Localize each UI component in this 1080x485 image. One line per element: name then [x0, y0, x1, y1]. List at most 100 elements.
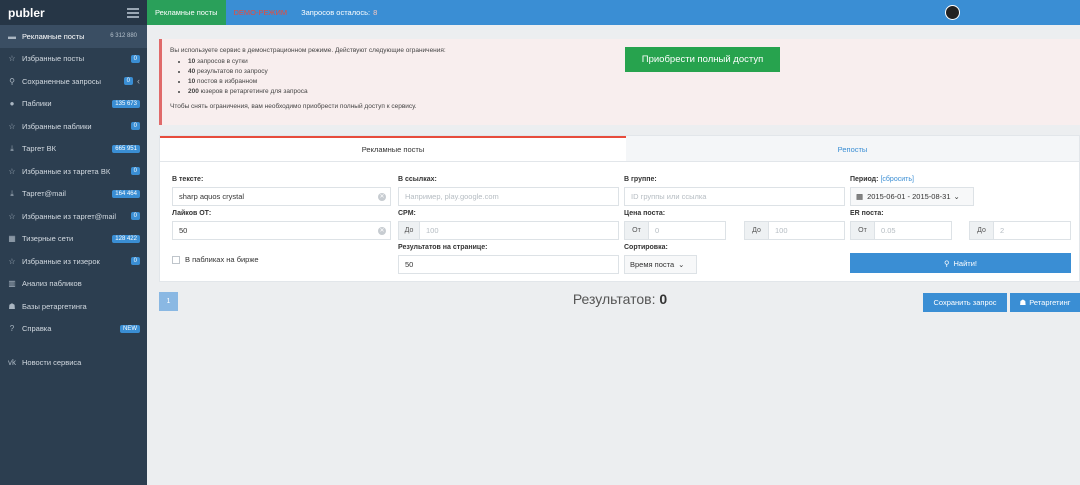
per-page-input[interactable]: 50	[398, 255, 619, 274]
sidebar-item-3[interactable]: ● Паблики 135 673	[0, 93, 147, 116]
limit-text: запросов в сутки	[197, 58, 248, 65]
count-badge: NEW	[120, 324, 140, 333]
er-to-input[interactable]: 2	[993, 221, 1071, 240]
sidebar-item-13[interactable]: ? Справка NEW	[0, 318, 147, 341]
count-badge: 164 464	[112, 189, 140, 198]
count-badge: 0	[130, 54, 140, 63]
likes-label: Лайков ОТ:	[172, 210, 212, 217]
sidebar-item-10[interactable]: ☆ Избранные из тизерок 0	[0, 250, 147, 273]
sidebar-item-2[interactable]: ⚲ Сохраненные запросы 0 ‹	[0, 70, 147, 93]
sidebar-item-label: Тизерные сети	[22, 234, 74, 244]
per-page-value: 50	[405, 260, 414, 269]
clear-icon[interactable]: ✕	[378, 193, 386, 201]
sidebar-item-6[interactable]: ☆ Избранные из таргета ВК 0	[0, 160, 147, 183]
period-reset-link[interactable]: [сбросить]	[880, 176, 913, 183]
period-value: 2015-06-01 - 2015-08-31	[867, 192, 951, 201]
tab-ad-posts[interactable]: Рекламные посты	[147, 0, 226, 25]
sidebar-item-label: Таргет ВК	[22, 144, 56, 154]
count-badge: 135 673	[112, 99, 140, 108]
sort-select[interactable]: Время поста ⌄	[624, 255, 697, 274]
text-input[interactable]: sharp aquos crystal ✕	[172, 187, 391, 206]
sidebar-item-14[interactable]: vk Новости сервиса	[0, 351, 147, 374]
hamburger-icon[interactable]	[127, 7, 139, 18]
er-from-input[interactable]: 0.05	[874, 221, 952, 240]
cpm-to-input[interactable]: 100	[419, 221, 619, 240]
nav-icon: vk	[8, 357, 16, 367]
alert-outro: Чтобы снять ограничения, вам необходимо …	[170, 103, 417, 110]
save-query-button[interactable]: Сохранить запрос	[923, 293, 1007, 312]
er-from-placeholder: 0.05	[881, 226, 896, 235]
nav-icon: ▥	[8, 279, 16, 289]
price-to-input[interactable]: 100	[768, 221, 845, 240]
price-label: Цена поста:	[624, 210, 666, 217]
sidebar-item-4[interactable]: ☆ Избранные паблики 0	[0, 115, 147, 138]
period-picker[interactable]: ▦ 2015-06-01 - 2015-08-31 ⌄	[850, 187, 974, 206]
retargeting-label: Ретаргетинг	[1029, 298, 1071, 307]
sidebar-item-label: Избранные из тизерок	[22, 256, 100, 266]
group-input[interactable]: ID группы или ссылка	[624, 187, 845, 206]
er-to-placeholder: 2	[1000, 226, 1005, 235]
clear-icon[interactable]: ✕	[378, 227, 386, 235]
sidebar-item-label: Избранные из таргет@mail	[22, 211, 117, 221]
buy-full-access-button[interactable]: Приобрести полный доступ	[625, 47, 780, 72]
limit-item: 200 юзеров в ретаргетинге для запроса	[188, 87, 1072, 97]
demo-alert: Вы используете сервис в демонстрационном…	[159, 39, 1080, 125]
sidebar-item-label: Избранные посты	[22, 54, 85, 64]
nav-icon: ▬	[8, 31, 16, 41]
sidebar-item-0[interactable]: ▬ Рекламные посты 6 312 880	[0, 25, 147, 48]
per-page-label: Результатов на странице:	[398, 244, 488, 251]
nav-icon: ●	[9, 99, 15, 109]
find-button[interactable]: ⚲ Найти!	[850, 253, 1071, 273]
sidebar-item-12[interactable]: ☗ Базы ретаргетинга	[0, 295, 147, 318]
cpm-to-addon: До	[398, 221, 420, 240]
sidebar-item-9[interactable]: ▦ Тизерные сети 128 422	[0, 228, 147, 251]
sidebar-item-11[interactable]: ▥ Анализ пабликов	[0, 273, 147, 296]
links-input[interactable]: Например, play.google.com	[398, 187, 619, 206]
count-badge: 665 951	[112, 144, 140, 153]
paid-publics-checkbox[interactable]: В пабликах на бирже	[172, 255, 259, 264]
sidebar-item-label: Избранные паблики	[22, 121, 92, 131]
results-number: 0	[659, 291, 668, 307]
group-label: В группе:	[624, 176, 657, 183]
nav-icon: ☆	[8, 166, 16, 176]
brand-logo: publer	[8, 5, 45, 20]
sidebar-item-label: Справка	[22, 324, 52, 334]
search-panel: Рекламные посты Репосты В тексте: sharp …	[159, 135, 1080, 282]
limit-number: 10	[188, 78, 196, 85]
period-label-text: Период:	[850, 176, 879, 183]
tab-ads[interactable]: Рекламные посты	[160, 136, 626, 161]
retargeting-button[interactable]: ☗ Ретаргетинг	[1010, 293, 1080, 312]
count-badge: 0	[123, 77, 133, 86]
er-label: ER поста:	[850, 210, 884, 217]
nav-icon: ⤓	[10, 188, 14, 198]
sidebar-item-label: Избранные из таргета ВК	[22, 166, 111, 176]
checkbox-box[interactable]	[172, 255, 180, 264]
chevron-left-icon[interactable]: ‹	[137, 76, 140, 86]
price-from-input[interactable]: 0	[648, 221, 726, 240]
results-count: Результатов: 0	[540, 291, 700, 307]
sidebar-item-label: Базы ретаргетинга	[22, 301, 87, 311]
sidebar-item-label: Рекламные посты	[22, 31, 85, 41]
topbar: Рекламные посты DEMO-РЕЖИМ Запросов оста…	[147, 0, 1080, 25]
likes-input[interactable]: 50 ✕	[172, 221, 391, 240]
sidebar-item-7[interactable]: ⤓ Таргет@mail 164 464	[0, 183, 147, 206]
price-from-addon: От	[624, 221, 649, 240]
sidebar-item-1[interactable]: ☆ Избранные посты 0	[0, 48, 147, 71]
nav-icon: ⤓	[10, 143, 14, 153]
alert-intro: Вы используете сервис в демонстрационном…	[170, 47, 446, 54]
sidebar-item-label: Анализ пабликов	[22, 279, 82, 289]
tab-reposts[interactable]: Репосты	[626, 136, 1079, 161]
sidebar-item-label: Новости сервиса	[22, 357, 82, 367]
paid-publics-label: В пабликах на бирже	[185, 255, 259, 264]
cpm-label: CPM:	[398, 210, 416, 217]
quota-text: Запросов осталось:	[301, 8, 371, 17]
sidebar-item-5[interactable]: ⤓ Таргет ВК 665 951	[0, 138, 147, 161]
users-icon: ☗	[1019, 298, 1027, 307]
sidebar-item-8[interactable]: ☆ Избранные из таргет@mail 0	[0, 205, 147, 228]
sort-label: Сортировка:	[624, 244, 668, 251]
nav-icon: ?	[9, 324, 15, 334]
count-badge: 0	[130, 167, 140, 176]
avatar[interactable]	[945, 5, 960, 20]
sort-value: Время поста	[630, 260, 675, 269]
pagination-page[interactable]: 1	[159, 292, 178, 311]
